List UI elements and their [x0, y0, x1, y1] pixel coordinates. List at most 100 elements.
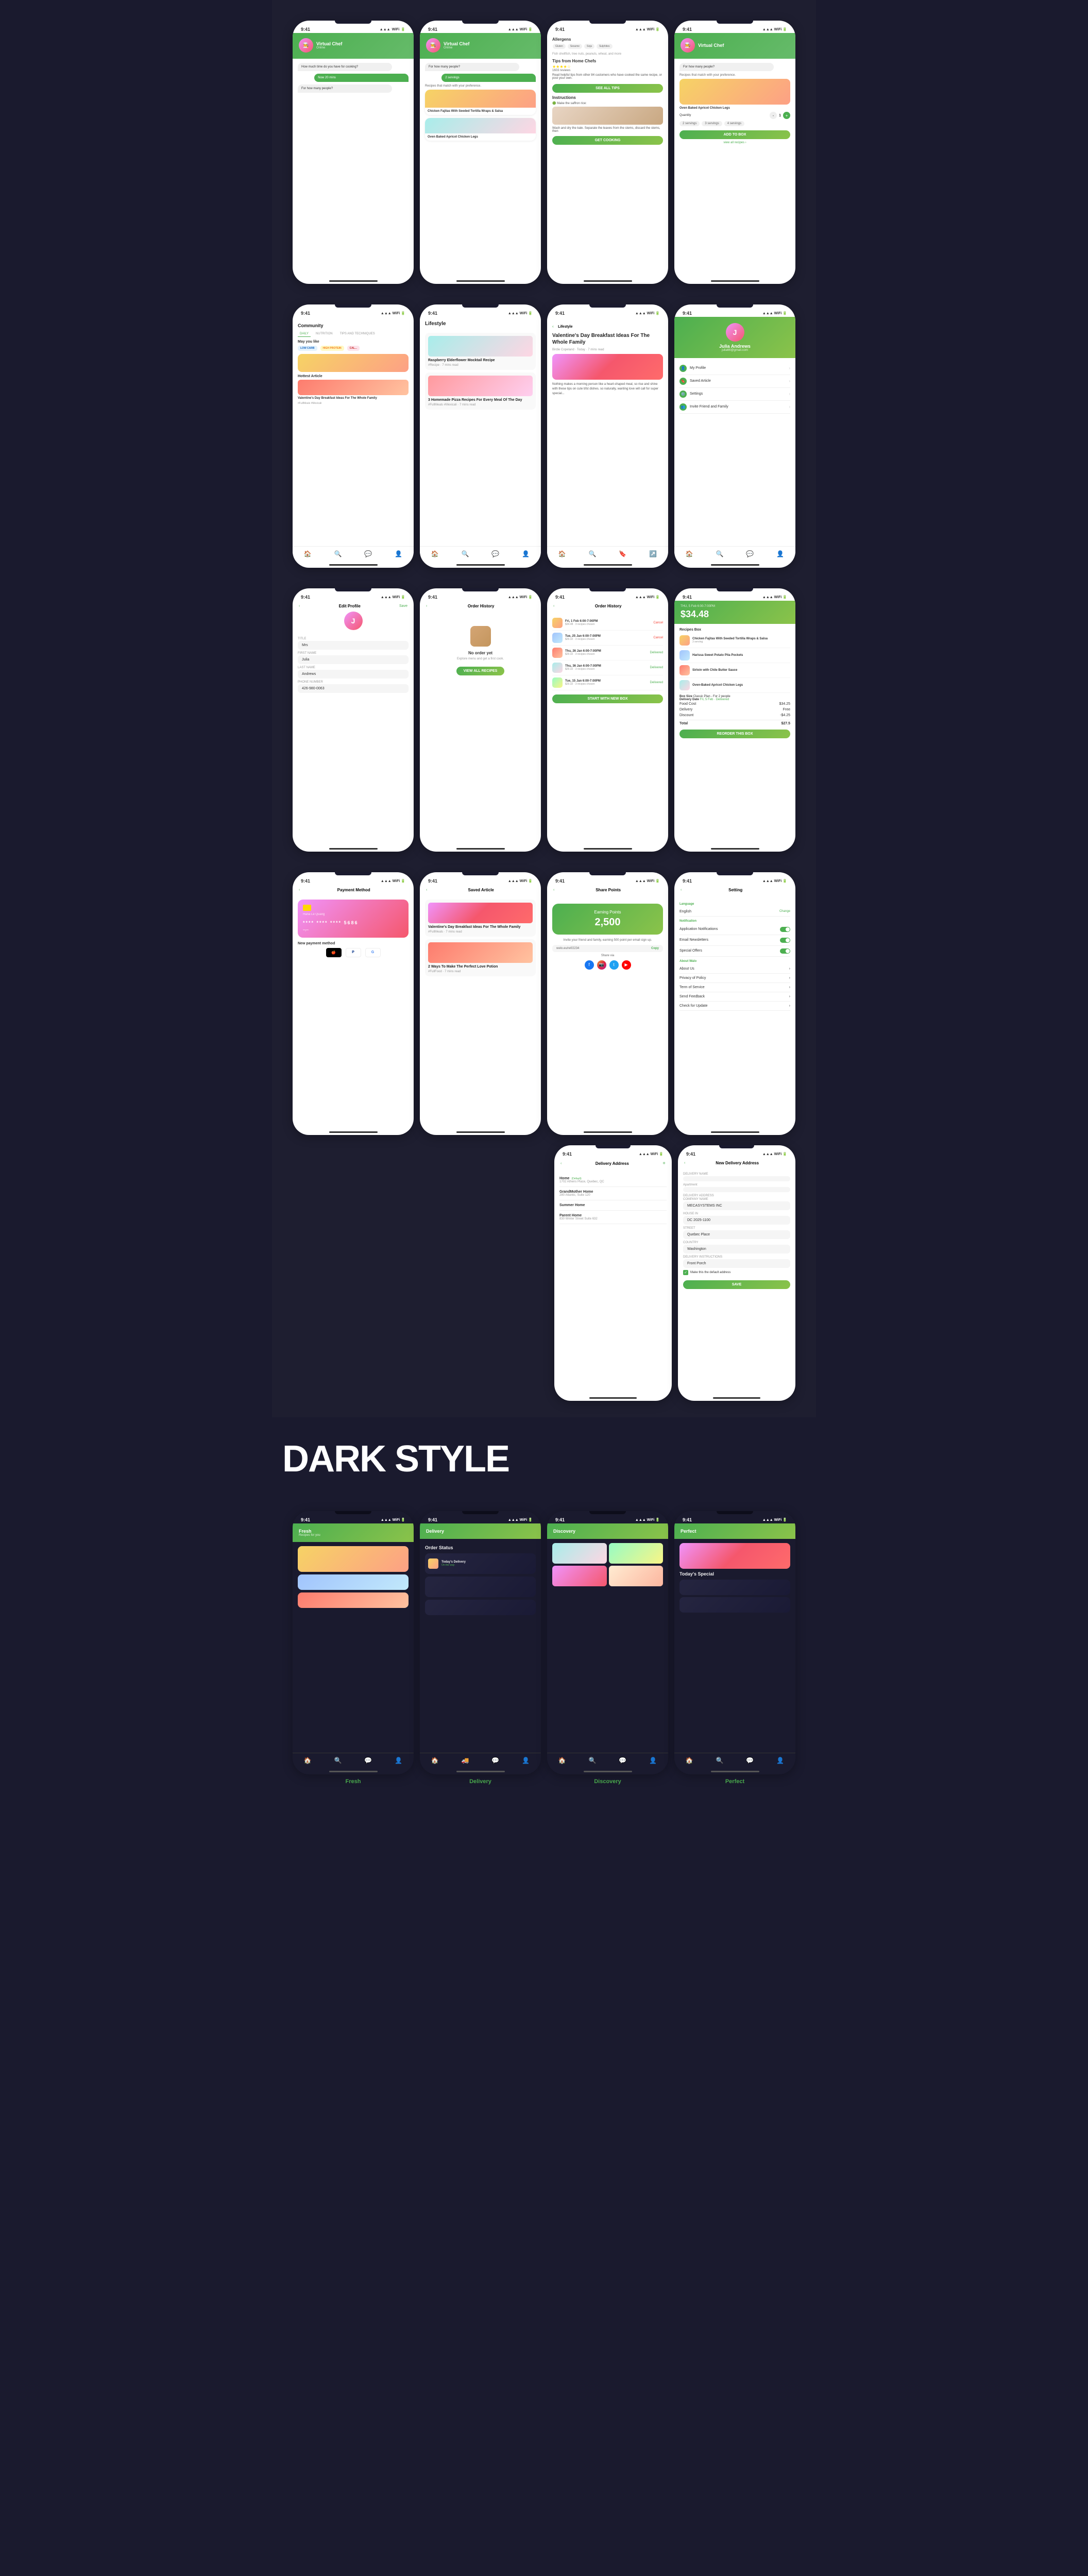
portion-2[interactable]: 2 servings	[679, 121, 700, 126]
increment-btn[interactable]: +	[783, 112, 790, 119]
order-status-2[interactable]: Cancel	[653, 636, 663, 639]
tag-calories[interactable]: CAL...	[347, 346, 360, 351]
decrement-btn[interactable]: -	[770, 112, 777, 119]
app-notif-setting[interactable]: Application Notifications	[679, 924, 790, 935]
nav-home-icon[interactable]: 🏠	[685, 550, 693, 558]
back-btn[interactable]: ‹	[553, 888, 554, 892]
nav-home-icon[interactable]: 🏠	[685, 1756, 693, 1765]
get-cooking-button[interactable]: GET COOKING	[552, 136, 663, 145]
input-delivery-name[interactable]	[683, 1176, 790, 1181]
twitter-share-btn[interactable]: t	[609, 960, 619, 970]
input-apartment[interactable]	[683, 1187, 790, 1192]
nav-profile-icon[interactable]: 👤	[522, 550, 530, 558]
nav-search-icon[interactable]: 🔍	[588, 1756, 597, 1765]
address-parent[interactable]: Parent Home 830 Winter Street Suite 632	[559, 1211, 667, 1224]
input-last-name[interactable]: Andrews	[298, 670, 409, 679]
nav-save-icon[interactable]: 🔖	[619, 550, 627, 558]
order-item-3[interactable]: Thu, 26 Jan 6:00-7:00PM $29.32 · 3 recip…	[552, 646, 663, 660]
saved-article-1[interactable]: Valentine's Day Breakfast Ideas For The …	[425, 900, 536, 937]
feedback-setting[interactable]: Send Feedback ›	[679, 992, 790, 1002]
nav-search-icon[interactable]: 🔍	[334, 1756, 342, 1765]
tag-low-carb[interactable]: LOW CARB	[298, 346, 317, 351]
apple-pay-btn[interactable]: 🍎	[326, 948, 342, 957]
profile-item-settings[interactable]: ⚙️ Settings ›	[679, 388, 790, 401]
article-pizza[interactable]: 3 Homemade Pizza Recipes For Every Meal …	[425, 372, 536, 410]
facebook-share-btn[interactable]: f	[585, 960, 594, 970]
see-all-tips-button[interactable]: SEE ALL TIPS	[552, 84, 663, 93]
google-pay-btn[interactable]: G	[365, 948, 381, 957]
nav-community-icon[interactable]: 💬	[364, 550, 372, 558]
nav-community-icon[interactable]: 💬	[746, 1756, 754, 1765]
default-checkbox[interactable]: ✓	[683, 1270, 688, 1275]
nav-search-icon[interactable]: 🔍	[461, 550, 469, 558]
recipe-card-2[interactable]: Oven Baked Apricot Chicken Legs	[425, 118, 536, 141]
lang-setting[interactable]: English Change	[679, 907, 790, 917]
order-item-1[interactable]: Fri, 1 Feb 6:00-7:00PM $34.48 · 3 recipe…	[552, 616, 663, 631]
email-notif-setting[interactable]: Email Newsletters	[679, 935, 790, 946]
instagram-share-btn[interactable]: 📷	[597, 960, 606, 970]
nav-search-icon[interactable]: 🔍	[716, 1756, 724, 1765]
nav-profile-icon[interactable]: 👤	[522, 1756, 530, 1765]
nav-search-icon[interactable]: 🔍	[334, 550, 342, 558]
nav-community-icon[interactable]: 💬	[491, 1756, 500, 1765]
nav-profile-icon[interactable]: 👤	[395, 1756, 403, 1765]
back-btn[interactable]: ‹	[681, 888, 682, 892]
input-delivery-instructions[interactable]: Front Porch	[683, 1259, 790, 1268]
input-company-name[interactable]: MECASYSTEMS INC	[683, 1201, 790, 1210]
nav-delivery-icon[interactable]: 🚚	[461, 1756, 469, 1765]
paypal-btn[interactable]: P	[346, 948, 361, 957]
special-offers-toggle[interactable]	[780, 948, 790, 954]
chat-bubble-2[interactable]: Now 20 mins	[314, 74, 409, 82]
nav-home-icon[interactable]: 🏠	[431, 1756, 439, 1765]
address-grandmother[interactable]: GrandMother Home 280 Atlantic, Suite 120	[559, 1187, 667, 1200]
recipe-card-1[interactable]: Chicken Fajitas With Seeded Tortilla Wra…	[425, 90, 536, 115]
back-icon[interactable]: ‹	[552, 324, 554, 329]
tab-tips[interactable]: TIPS AND TECHNIQUES	[338, 331, 377, 337]
portion-4[interactable]: 4 servings	[724, 121, 744, 126]
nav-community-icon[interactable]: 💬	[619, 1756, 627, 1765]
nav-community-icon[interactable]: 💬	[746, 550, 754, 558]
nav-search-icon[interactable]: 🔍	[588, 550, 597, 558]
nav-home-icon[interactable]: 🏠	[431, 550, 439, 558]
back-btn[interactable]: ‹	[299, 888, 300, 892]
nav-community-icon[interactable]: 💬	[364, 1756, 372, 1765]
order-status-1[interactable]: Cancel	[653, 621, 663, 624]
order-item-4[interactable]: Thu, 36 Jan 6:00-7:00PM $29.32 · 3 recip…	[552, 660, 663, 675]
view-all-link[interactable]: view all recipes ›	[679, 141, 790, 144]
address-home[interactable]: Home (Default) 1702 Athens Place, Quebec…	[559, 1174, 667, 1187]
address-summer[interactable]: Summer Home	[559, 1200, 667, 1211]
input-address-in[interactable]: DC 2025-1100	[683, 1216, 790, 1225]
tab-daily[interactable]: DAILY	[298, 331, 311, 337]
order-item-2[interactable]: Tue, 25 Jan 6:00-7:00PM $29.32 · 3 recip…	[552, 631, 663, 646]
saved-article-2[interactable]: 2 Ways To Make The Perfect Love Potion #…	[425, 939, 536, 976]
order-item-5[interactable]: Tue, 15 Jan 6:00-7:00PM $29.32 · 3 recip…	[552, 675, 663, 690]
reorder-btn[interactable]: REORDER THIS BOX	[679, 730, 790, 738]
lang-change[interactable]: Change	[779, 910, 790, 913]
youtube-share-btn[interactable]: ▶	[622, 960, 631, 970]
input-phone[interactable]: 426-980-0063	[298, 684, 409, 693]
email-notif-toggle[interactable]	[780, 938, 790, 943]
nav-home-icon[interactable]: 🏠	[558, 550, 566, 558]
back-btn[interactable]: ‹	[553, 604, 554, 608]
back-btn[interactable]: ‹	[560, 1162, 562, 1165]
special-offers-setting[interactable]: Special Offers	[679, 946, 790, 957]
article-raspberry[interactable]: Raspberry Elderflower Mocktail Recipe #R…	[425, 333, 536, 370]
nav-profile-icon[interactable]: 👤	[776, 550, 785, 558]
nav-community-icon[interactable]: 💬	[491, 550, 500, 558]
back-btn[interactable]: ‹	[426, 604, 427, 608]
nav-home-icon[interactable]: 🏠	[558, 1756, 566, 1765]
about-us-setting[interactable]: About Us ›	[679, 964, 790, 974]
quantity-stepper[interactable]: - 1 +	[770, 112, 790, 119]
update-setting[interactable]: Check for Update ›	[679, 1002, 790, 1011]
tab-nutrition[interactable]: NUTRITION	[314, 331, 335, 337]
start-new-box-btn[interactable]: START WITH NEW BOX	[552, 694, 663, 703]
copy-btn[interactable]: Copy	[651, 947, 659, 950]
profile-item-myprofile[interactable]: 👤 My Profile ›	[679, 362, 790, 375]
app-notif-toggle[interactable]	[780, 927, 790, 932]
tag-high-protein[interactable]: HIGH PROTEIN	[320, 346, 344, 351]
nav-home-icon[interactable]: 🏠	[303, 550, 312, 558]
profile-item-invite[interactable]: 👥 Invite Friend and Family ›	[679, 401, 790, 414]
nav-profile-icon[interactable]: 👤	[649, 1756, 657, 1765]
save-address-btn[interactable]: SAVE	[683, 1280, 790, 1289]
save-btn[interactable]: Save	[399, 604, 407, 608]
